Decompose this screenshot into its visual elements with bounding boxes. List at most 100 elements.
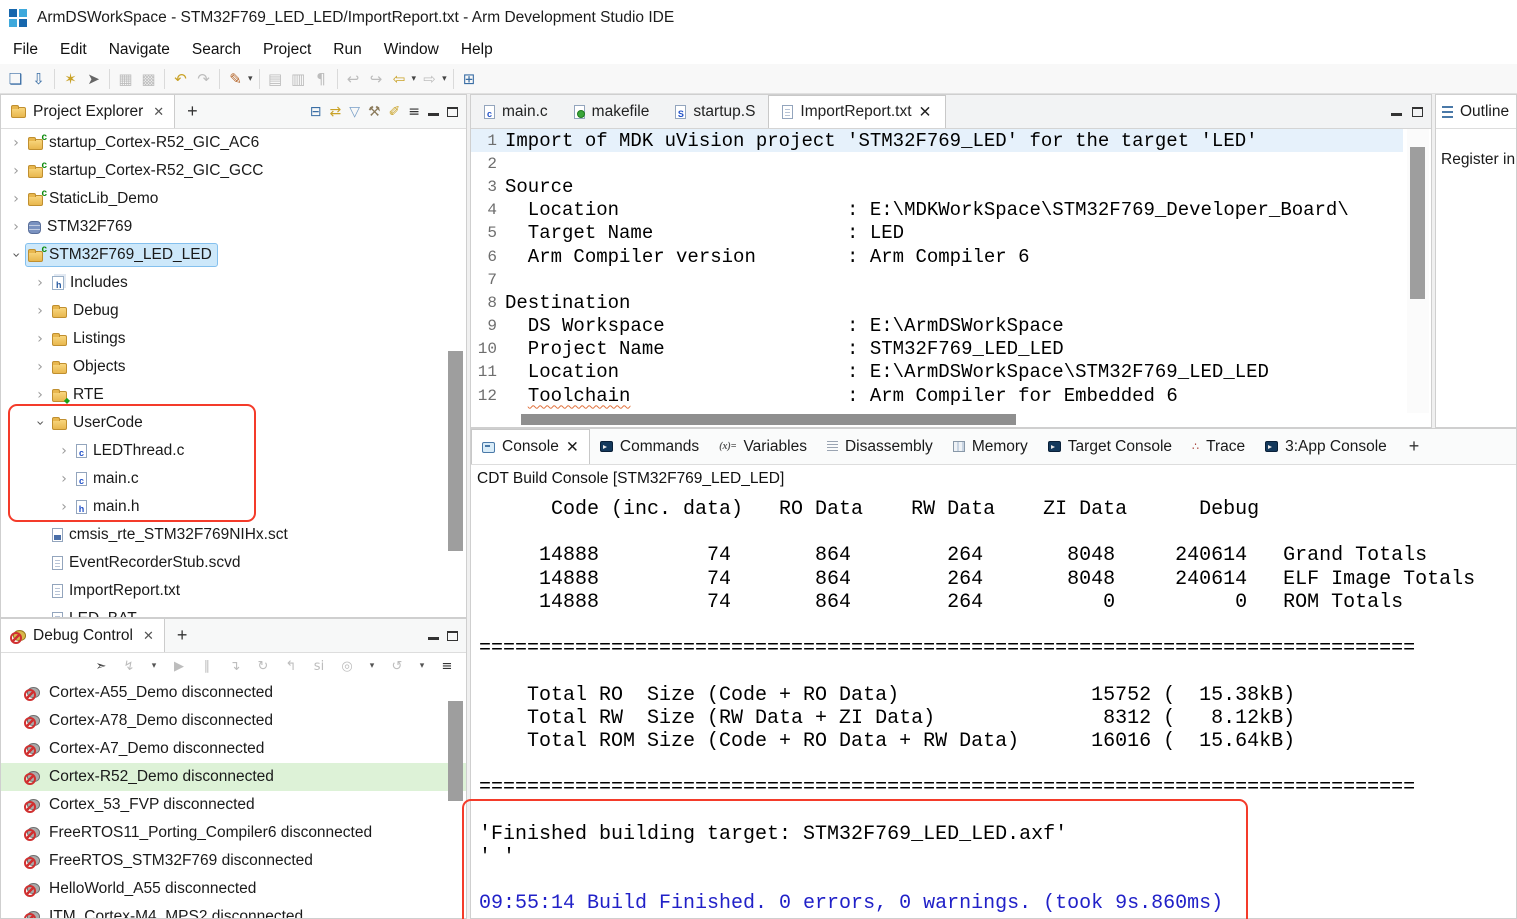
tree-item[interactable]: ›STM32F769	[1, 213, 466, 241]
open-element-icon[interactable]: ▤	[264, 67, 287, 91]
tree-item[interactable]: ›Debug	[1, 297, 466, 325]
debug-target-row[interactable]: FreeRTOS11_Porting_Compiler6 disconnecte…	[1, 819, 466, 847]
tree-item[interactable]: cmsis_rte_STM32F769NIHx.sct	[1, 521, 466, 549]
console-tab-commands[interactable]: Commands	[590, 429, 709, 464]
editor-line[interactable]: 6 Arm Compiler version : Arm Compiler 6	[471, 245, 1403, 268]
debug-target-row[interactable]: Cortex-A7_Demo disconnected	[1, 735, 466, 763]
tree-expander-icon[interactable]: ›	[55, 443, 73, 459]
editor-line[interactable]: 11 Location : E:\ArmDSWorkSpace\STM32F76…	[471, 361, 1403, 384]
tree-item[interactable]: ›Includes	[1, 269, 466, 297]
editor-tab-importreport-txt[interactable]: ImportReport.txt✕	[768, 95, 945, 128]
undo-icon[interactable]: ↶	[169, 67, 192, 91]
step-out-icon[interactable]: ↰	[282, 654, 300, 678]
back-icon[interactable]: ⇦	[388, 67, 411, 91]
tree-expander-icon[interactable]: ›	[8, 246, 24, 264]
debug-target-row[interactable]: Cortex-A55_Demo disconnected	[1, 679, 466, 707]
editor-line[interactable]: 7	[471, 268, 1403, 291]
editor-line[interactable]: 3Source	[471, 175, 1403, 198]
restart-menu-arrow-icon[interactable]: ▾	[416, 654, 428, 678]
editor-content[interactable]: 1Import of MDK uVision project 'STM32F76…	[471, 129, 1403, 407]
maximize-icon[interactable]	[447, 631, 458, 641]
menu-navigate[interactable]: Navigate	[98, 38, 181, 62]
close-icon[interactable]: ✕	[153, 104, 164, 120]
tree-expander-icon[interactable]: ›	[31, 303, 49, 319]
save-all-icon[interactable]: ▩	[137, 67, 160, 91]
debug-target-row[interactable]: ITM_Cortex-M4_MPS2 disconnected	[1, 903, 466, 919]
view-menu-icon[interactable]: ≡	[408, 104, 420, 120]
show-whitespace-icon[interactable]: ¶	[310, 67, 333, 91]
step-over-icon[interactable]: ↴	[226, 654, 244, 678]
tree-item[interactable]: ›STM32F769_LED_LED	[1, 241, 466, 269]
restart-icon[interactable]: ↺	[388, 654, 406, 678]
editor-tab-main-c[interactable]: main.c	[471, 95, 561, 128]
tree-item[interactable]: ›startup_Cortex-R52_GIC_AC6	[1, 129, 466, 157]
maximize-icon[interactable]	[447, 107, 458, 117]
editor-hscroll-thumb[interactable]	[521, 414, 1016, 425]
tree-item-body[interactable]: startup_Cortex-R52_GIC_AC6	[25, 131, 265, 155]
tree-expander-icon[interactable]: ›	[32, 414, 48, 432]
tree-item-body[interactable]: STM32F769	[25, 215, 138, 239]
maximize-icon[interactable]	[1412, 107, 1423, 117]
filter-icon[interactable]: ▽	[349, 104, 360, 120]
tree-item-body[interactable]: Listings	[49, 327, 132, 351]
minimize-icon[interactable]	[428, 631, 439, 640]
tree-item-body[interactable]: LEDThread.c	[73, 439, 190, 463]
tree-item[interactable]: ›startup_Cortex-R52_GIC_GCC	[1, 157, 466, 185]
console-tab-trace[interactable]: ∴Trace	[1182, 429, 1255, 464]
tree-item[interactable]: ›UserCode	[1, 409, 466, 437]
tree-expander-icon[interactable]: ›	[55, 499, 73, 515]
tree-item-body[interactable]: EventRecorderStub.scvd	[49, 551, 246, 575]
tree-item[interactable]: ›RTE	[1, 381, 466, 409]
view-menu-icon[interactable]: ≡	[438, 654, 456, 678]
console-output[interactable]: Code (inc. data) RO Data RW Data ZI Data…	[471, 493, 1516, 918]
debug-target-row[interactable]: FreeRTOS_STM32F769 disconnected	[1, 847, 466, 875]
tree-expander-icon[interactable]: ›	[7, 135, 25, 151]
editor-line[interactable]: 12 Toolchain : Arm Compiler for Embedded…	[471, 384, 1403, 407]
editor-line[interactable]: 2	[471, 152, 1403, 175]
tree-item-body[interactable]: Objects	[49, 355, 132, 379]
tree-item[interactable]: ›StaticLib_Demo	[1, 185, 466, 213]
annotate-icon-dropdown-arrow[interactable]: ▾	[248, 74, 253, 84]
debug-target-row[interactable]: Cortex-A78_Demo disconnected	[1, 707, 466, 735]
debug-target-row[interactable]: Cortex-R52_Demo disconnected	[1, 763, 466, 791]
tree-expander-icon[interactable]: ›	[31, 359, 49, 375]
minimize-icon[interactable]	[1391, 107, 1402, 116]
menu-window[interactable]: Window	[373, 38, 450, 62]
collapse-all-icon[interactable]: ⊟	[310, 104, 322, 120]
editor-vscroll-thumb[interactable]	[1410, 147, 1425, 299]
connect-menu-arrow-icon[interactable]: ▾	[148, 654, 160, 678]
tree-item[interactable]: EventRecorderStub.scvd	[1, 549, 466, 577]
tree-item-body[interactable]: StaticLib_Demo	[25, 187, 164, 211]
console-tab-target-console[interactable]: Target Console	[1038, 429, 1182, 464]
debug-list-scrollbar[interactable]	[448, 701, 463, 801]
tree-item[interactable]: LED_BAT	[1, 605, 466, 617]
back-icon-dropdown-arrow[interactable]: ▾	[412, 74, 417, 84]
menu-run[interactable]: Run	[322, 38, 372, 62]
close-icon[interactable]: ✕	[143, 628, 154, 644]
tree-item[interactable]: ›Objects	[1, 353, 466, 381]
step-into-icon[interactable]: ↻	[254, 654, 272, 678]
tree-expander-icon[interactable]: ›	[55, 471, 73, 487]
tree-expander-icon[interactable]: ›	[7, 163, 25, 179]
editor-tab-makefile[interactable]: makefile	[561, 95, 663, 128]
console-tab-disassembly[interactable]: Disassembly	[817, 429, 943, 464]
close-icon[interactable]: ✕	[919, 103, 932, 122]
tab-debug-control[interactable]: Debug Control ✕	[1, 619, 165, 652]
tree-item-body[interactable]: Includes	[49, 271, 134, 295]
editor-line[interactable]: 8Destination	[471, 291, 1403, 314]
annotate-icon[interactable]: ✎	[224, 67, 247, 91]
tree-item[interactable]: ImportReport.txt	[1, 577, 466, 605]
new-console-button[interactable]: +	[1397, 429, 1432, 464]
tree-item-body[interactable]: main.c	[73, 467, 145, 491]
new-view-tab-button[interactable]: +	[175, 95, 210, 128]
tree-item-body[interactable]: UserCode	[49, 411, 149, 435]
forward-icon[interactable]: ⇨	[418, 67, 441, 91]
connect-target-icon[interactable]: ➣	[92, 654, 110, 678]
tree-item-body[interactable]: RTE	[49, 383, 110, 407]
continue-icon[interactable]: ▶	[170, 654, 188, 678]
tree-item-body[interactable]: LED_BAT	[49, 607, 143, 617]
tree-item[interactable]: ›main.h	[1, 493, 466, 521]
tree-item-body[interactable]: ImportReport.txt	[49, 579, 186, 603]
tree-expander-icon[interactable]: ›	[31, 331, 49, 347]
tree-item-body[interactable]: cmsis_rte_STM32F769NIHx.sct	[49, 523, 294, 547]
